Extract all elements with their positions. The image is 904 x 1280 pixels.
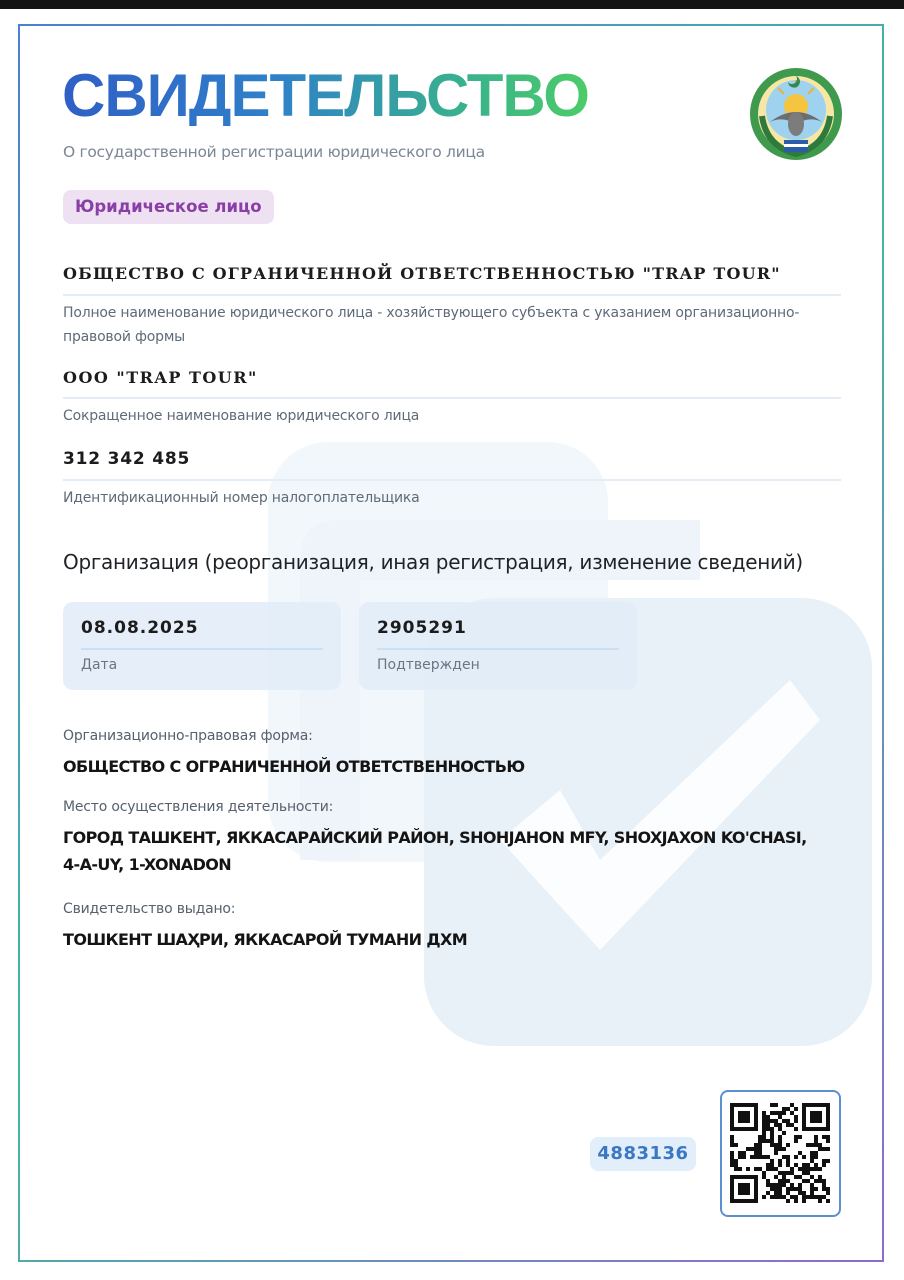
qr-code[interactable] (720, 1090, 841, 1217)
legal-form-label: Организационно-правовая форма: (63, 728, 313, 744)
divider (81, 648, 323, 650)
full-name-caption: Полное наименование юридического лица - … (63, 305, 800, 345)
registration-section-title: Организация (реорганизация, иная регистр… (63, 550, 803, 574)
confirmation-card: 2905291 Подтвержден (359, 602, 637, 690)
confirmation-value: 2905291 (377, 618, 467, 638)
registration-date-value: 08.08.2025 (81, 618, 199, 638)
issued-by-value: ТОШКЕНТ ШАҲРИ, ЯККАСАРОЙ ТУМАНИ ДХМ (63, 930, 468, 949)
address-value-line2: 4-A-UY, 1-XONADON (63, 855, 232, 874)
full-name-value: ОБЩЕСТВО С ОГРАНИЧЕННОЙ ОТВЕТСТВЕННОСТЬЮ… (63, 264, 781, 283)
document-title: СВИДЕТЕЛЬСТВО (62, 62, 590, 129)
registration-date-card: 08.08.2025 Дата (63, 602, 341, 690)
document-subtitle: О государственной регистрации юридическо… (63, 143, 485, 161)
registration-number-badge: 4883136 (590, 1137, 696, 1171)
tax-id-value: 312 342 485 (63, 449, 191, 469)
registration-date-label: Дата (81, 657, 118, 673)
top-bar (0, 0, 904, 9)
entity-type-badge: Юридическое лицо (63, 190, 274, 224)
divider (63, 479, 841, 481)
short-name-value: ООО "TRAP TOUR" (63, 368, 258, 387)
short-name-caption: Сокращенное наименование юридического ли… (63, 408, 420, 424)
uzbekistan-emblem-icon (750, 68, 842, 160)
qr-code-icon (730, 1103, 830, 1203)
legal-form-value: ОБЩЕСТВО С ОГРАНИЧЕННОЙ ОТВЕТСТВЕННОСТЬЮ (63, 757, 525, 776)
confirmation-label: Подтвержден (377, 657, 480, 673)
divider (63, 397, 841, 399)
divider (63, 294, 841, 296)
tax-id-caption: Идентификационный номер налогоплательщик… (63, 490, 420, 506)
address-label: Место осуществления деятельности: (63, 799, 334, 815)
address-value-line1: ГОРОД ТАШКЕНТ, ЯККАСАРАЙСКИЙ РАЙОН, SHOH… (63, 828, 807, 847)
issued-by-label: Свидетельство выдано: (63, 901, 236, 917)
divider (377, 648, 619, 650)
